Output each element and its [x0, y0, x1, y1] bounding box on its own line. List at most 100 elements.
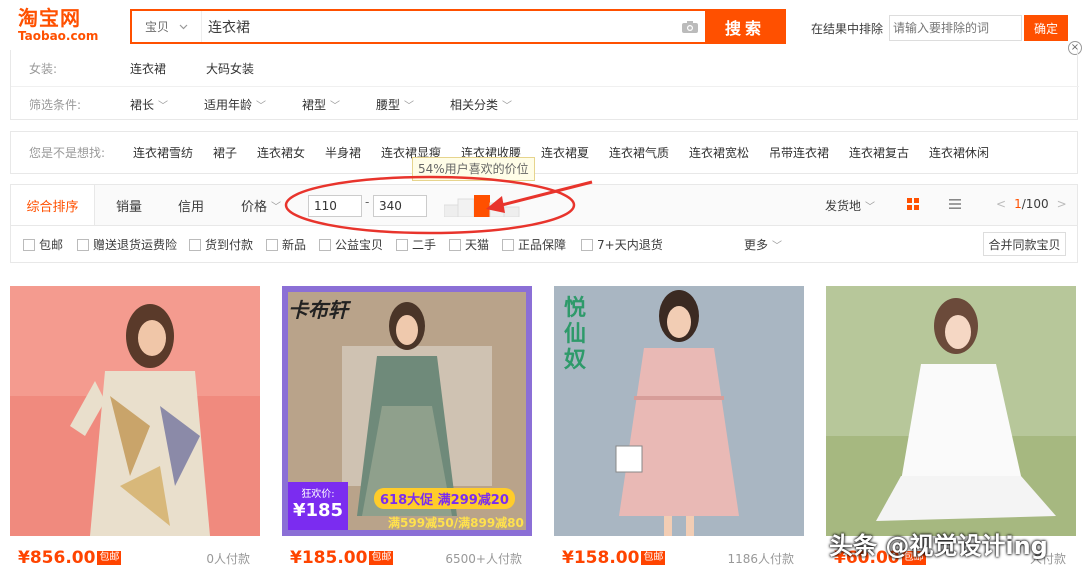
- checkbox-new[interactable]: 新品: [266, 236, 306, 253]
- ship-from-dropdown[interactable]: 发货地 ﹀: [825, 197, 875, 214]
- search-input[interactable]: [202, 11, 675, 42]
- product-card[interactable]: ¥856.00 包邮 0人付款: [10, 286, 262, 572]
- category-item[interactable]: 连衣裙: [130, 60, 166, 77]
- checkbox-box: [23, 238, 35, 251]
- price-histogram[interactable]: [444, 193, 520, 217]
- search-button[interactable]: 搜索: [705, 10, 785, 43]
- exclude-search: 在结果中排除 确定: [811, 15, 1069, 41]
- suggestion-link[interactable]: 连衣裙雪纺: [133, 144, 193, 161]
- sort-tab-price[interactable]: 价格 ﹀: [233, 185, 289, 225]
- grid-view-icon[interactable]: [905, 196, 921, 212]
- free-shipping-badge: 包邮: [369, 551, 394, 565]
- price-max-input[interactable]: 340: [373, 195, 427, 217]
- ship-from-label: 发货地: [825, 199, 862, 213]
- price-min-input[interactable]: 110: [308, 195, 362, 217]
- promo-price: ¥185: [292, 500, 344, 521]
- product-image[interactable]: 悦仙奴: [554, 286, 804, 536]
- merge-same-items-button[interactable]: 合并同款宝贝: [983, 232, 1066, 256]
- checkbox-box: [449, 238, 461, 251]
- sort-tab-sales[interactable]: 销量: [105, 185, 153, 225]
- price-range-dash: -: [365, 195, 370, 209]
- checkbox-second-hand[interactable]: 二手: [396, 236, 436, 253]
- checkbox-free-shipping[interactable]: 包邮: [23, 236, 63, 253]
- promo-badge: 狂欢价: ¥185: [288, 482, 348, 530]
- service-filters: 包邮 赠送退货运费险 货到付款 新品 公益宝贝 二手 天猫 正品保障 7+天内退…: [10, 226, 1078, 263]
- suggestion-link[interactable]: 连衣裙复古: [849, 144, 909, 161]
- promo-banner: 618大促 满299减20: [374, 488, 515, 509]
- checkbox-label: 天猫: [465, 238, 490, 252]
- camera-icon[interactable]: [675, 20, 705, 34]
- filter-conditions-row: 筛选条件: 裙长 ﹀ 适用年龄 ﹀ 裙型 ﹀ 腰型 ﹀ 相关分类 ﹀: [11, 86, 1079, 122]
- suggestion-link[interactable]: 连衣裙宽松: [689, 144, 749, 161]
- exclude-input[interactable]: [889, 15, 1023, 41]
- checkbox-label: 新品: [282, 238, 307, 252]
- product-image[interactable]: [10, 286, 260, 536]
- exclude-confirm-button[interactable]: 确定: [1024, 15, 1069, 41]
- chevron-down-icon: ﹀: [271, 201, 281, 213]
- filter-panel: 女装: 连衣裙 大码女装 筛选条件: 裙长 ﹀ 适用年龄 ﹀ 裙型 ﹀ 腰型 ﹀ 相关分…: [10, 50, 1079, 122]
- filter-dropdown[interactable]: 裙长 ﹀: [130, 96, 168, 113]
- checkbox-genuine[interactable]: 正品保障: [502, 236, 566, 253]
- product-image[interactable]: 卡布轩 狂欢价: ¥185 618大促 满299减20 满599减50/满899…: [282, 286, 532, 536]
- taobao-logo[interactable]: 淘宝网 Taobao.com: [18, 7, 102, 45]
- chevron-down-icon: ﹀: [330, 101, 341, 112]
- checkbox-label: 正品保障: [518, 238, 567, 252]
- list-view-icon[interactable]: [947, 196, 963, 212]
- suggestion-link[interactable]: 连衣裙女: [257, 144, 305, 161]
- filter-dropdown[interactable]: 适用年龄 ﹀: [204, 96, 266, 113]
- filter-dropdown[interactable]: 相关分类 ﹀: [450, 96, 512, 113]
- logo-text-cn: 淘宝网: [18, 6, 81, 30]
- suggestion-link[interactable]: 连衣裙气质: [609, 144, 669, 161]
- checkbox-label: 公益宝贝: [335, 238, 384, 252]
- chevron-down-icon: ﹀: [158, 101, 169, 112]
- exclude-label: 在结果中排除: [811, 21, 884, 36]
- checkbox-box: [189, 238, 201, 251]
- product-photo: [554, 286, 804, 536]
- product-card[interactable]: 悦仙奴 ¥158.00 包邮 1186人付款: [554, 286, 806, 572]
- product-card[interactable]: 卡布轩 狂欢价: ¥185 618大促 满299减20 满599减50/满899…: [282, 286, 534, 572]
- suggestion-link[interactable]: 半身裙: [325, 144, 361, 161]
- sort-tab-default[interactable]: 综合排序: [11, 185, 95, 225]
- checkbox-7day-return[interactable]: 7+天内退货: [581, 236, 663, 253]
- price-row: ¥856.00 包邮 0人付款: [18, 548, 254, 568]
- page-current: 1: [1014, 197, 1022, 211]
- chevron-down-icon: ﹀: [502, 101, 513, 112]
- suggestion-link[interactable]: 吊带连衣裙: [769, 144, 829, 161]
- checkbox-tmall[interactable]: 天猫: [449, 236, 489, 253]
- brand-logo: 卡布轩: [288, 298, 348, 322]
- suggestions-bar: 您是不是想找: 连衣裙雪纺 裙子 连衣裙女 半身裙 连衣裙显瘦 连衣裙收腰 连衣…: [10, 131, 1078, 174]
- checkbox-box: [266, 238, 278, 251]
- checkbox-box: [319, 238, 331, 251]
- chevron-down-icon: ﹀: [772, 241, 783, 252]
- price-row: ¥185.00 包邮 6500+人付款: [290, 548, 526, 568]
- product-image[interactable]: [826, 286, 1076, 536]
- page-total: /100: [1021, 197, 1049, 211]
- filter-dropdown-label: 裙型: [302, 98, 327, 112]
- checkbox-box: [396, 238, 408, 251]
- checkbox-charity[interactable]: 公益宝贝: [319, 236, 383, 253]
- filter-dropdown[interactable]: 腰型 ﹀: [376, 96, 414, 113]
- free-shipping-badge: 包邮: [641, 551, 666, 565]
- header: 淘宝网 Taobao.com 宝贝 搜索 在结果中排除 确定 ×: [0, 0, 1089, 55]
- sold-count: 0人付款: [206, 551, 250, 566]
- sort-tab-price-label: 价格: [240, 199, 267, 215]
- more-filters-dropdown[interactable]: 更多 ﹀: [744, 236, 782, 253]
- sold-count: 6500+人付款: [445, 551, 522, 566]
- checkbox-return-insurance[interactable]: 赠送退货运费险: [77, 236, 177, 253]
- chevron-down-icon: ﹀: [404, 101, 415, 112]
- suggestion-link[interactable]: 裙子: [213, 144, 237, 161]
- suggestion-link[interactable]: 连衣裙休闲: [929, 144, 989, 161]
- suggestion-link[interactable]: 连衣裙夏: [541, 144, 589, 161]
- pager: <1/100 >: [988, 197, 1075, 211]
- chevron-left-icon[interactable]: <: [996, 197, 1006, 211]
- sort-tab-credit[interactable]: 信用: [167, 185, 215, 225]
- product-photo: [826, 286, 1076, 536]
- filter-dropdown[interactable]: 裙型 ﹀: [302, 96, 340, 113]
- search-type-select[interactable]: 宝贝: [132, 11, 202, 42]
- chevron-right-icon[interactable]: >: [1057, 197, 1067, 211]
- product-price: ¥185.00: [290, 548, 368, 568]
- checkbox-cod[interactable]: 货到付款: [189, 236, 253, 253]
- category-item[interactable]: 大码女装: [206, 60, 254, 77]
- search-bar: 宝贝 搜索: [130, 9, 786, 44]
- suggestions-label: 您是不是想找:: [29, 146, 106, 160]
